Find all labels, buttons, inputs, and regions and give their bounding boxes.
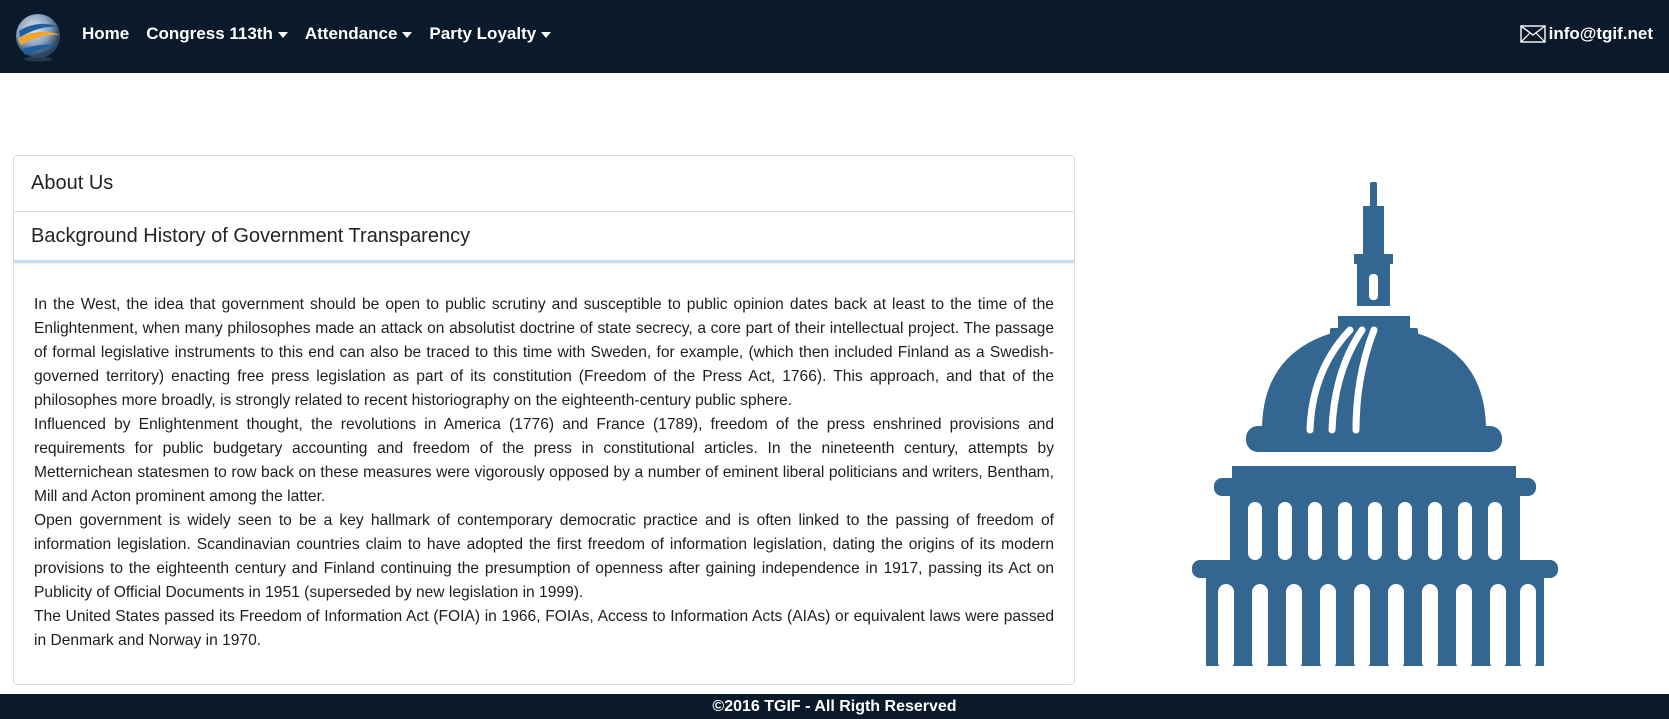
nav-party-loyalty-dropdown[interactable]: Party Loyalty: [429, 24, 552, 44]
nav-home-label: Home: [82, 24, 130, 43]
accordion-body: In the West, the idea that government sh…: [14, 263, 1074, 653]
nav-home[interactable]: Home: [82, 24, 129, 44]
nav-attendance-dropdown[interactable]: Attendance: [305, 24, 413, 44]
accordion-title-about-us: About Us: [31, 172, 114, 194]
top-navbar: Home Congress 113th Attendance Party Loy…: [0, 0, 1669, 73]
capitol-building-icon: [1192, 182, 1558, 670]
accordion-title-background-history: Background History of Government Transpa…: [31, 224, 471, 247]
copyright-text: ©2016 TGIF - All Rigth Reserved: [712, 698, 957, 715]
globe-logo-icon[interactable]: [13, 9, 63, 63]
email-link[interactable]: info@tgif.net: [1519, 24, 1653, 44]
caret-down-icon: [541, 31, 552, 38]
accordion-header-background-history[interactable]: Background History of Government Transpa…: [14, 212, 1074, 263]
history-paragraph: The United States passed its Freedom of …: [34, 608, 1054, 649]
nav-congress-dropdown[interactable]: Congress 113th: [146, 24, 288, 44]
nav-party-loyalty-label: Party Loyalty: [429, 24, 537, 43]
page-footer: ©2016 TGIF - All Rigth Reserved: [0, 694, 1669, 719]
history-paragraph: Influenced by Enlightenment thought, the…: [34, 416, 1054, 505]
caret-down-icon: [402, 31, 413, 38]
email-address: info@tgif.net: [1548, 24, 1653, 43]
history-paragraph: In the West, the idea that government sh…: [34, 296, 1054, 409]
envelope-icon: [1519, 25, 1546, 43]
nav-attendance-label: Attendance: [304, 24, 398, 43]
nav-congress-label: Congress 113th: [146, 24, 273, 43]
nav-menu: Home Congress 113th Attendance Party Loy…: [82, 24, 568, 44]
caret-down-icon: [277, 31, 288, 38]
history-paragraph: Open government is widely seen to be a k…: [34, 512, 1054, 601]
accordion-header-about-us[interactable]: About Us: [14, 156, 1074, 212]
accordion: About Us Background History of Governmen…: [13, 155, 1075, 685]
